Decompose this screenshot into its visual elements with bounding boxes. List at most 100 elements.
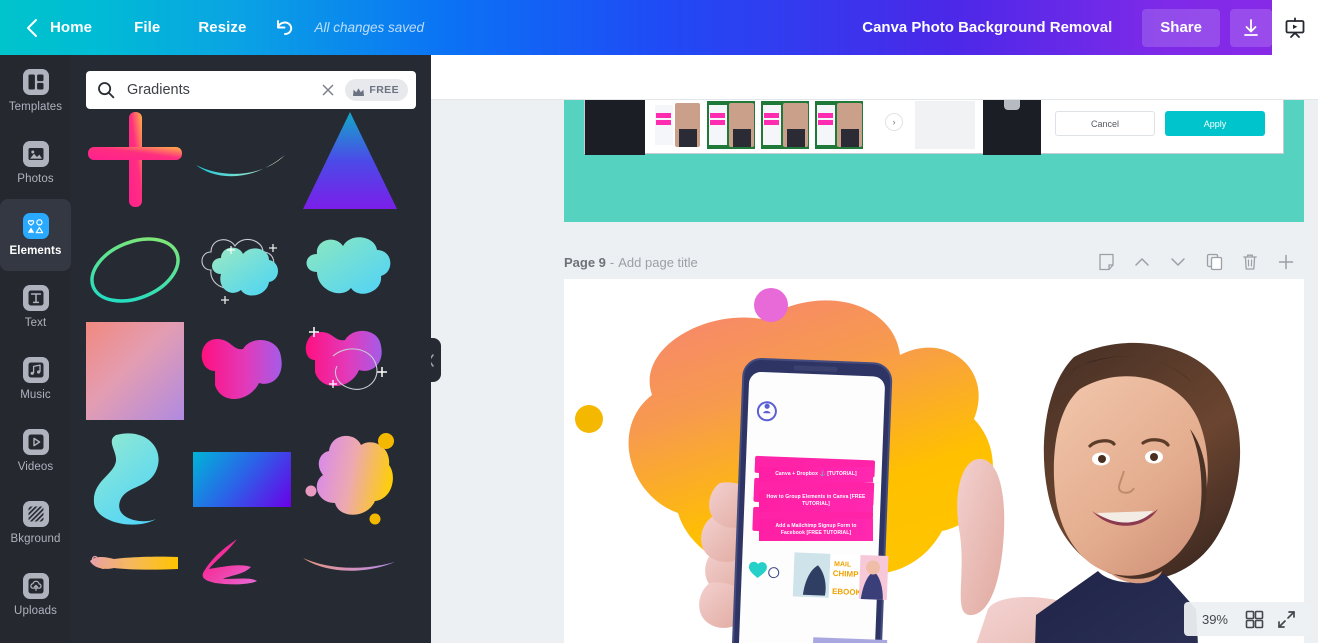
element-gradient-brush-swipe[interactable] xyxy=(193,147,291,187)
notes-icon[interactable] xyxy=(1088,248,1124,276)
prev-page-thumbnail-strip xyxy=(653,101,863,149)
undo-icon[interactable] xyxy=(268,0,302,55)
previous-page-content: Bkground xyxy=(584,100,1284,155)
elements-icon xyxy=(22,213,49,239)
prev-page-right-rail: Uploads xyxy=(983,100,1041,155)
search-input[interactable] xyxy=(127,82,318,98)
left-tool-rail: Templates Photos Elements Text Music Vid… xyxy=(0,55,71,643)
chevron-up-icon[interactable] xyxy=(1124,248,1160,276)
element-gradient-brush-squiggle[interactable] xyxy=(193,527,291,597)
sidebar-item-uploads[interactable]: Uploads xyxy=(0,559,71,631)
videos-icon xyxy=(22,429,49,455)
prev-page-action-buttons: Cancel Apply xyxy=(1055,111,1265,136)
sidebar-label-photos: Photos xyxy=(17,173,54,185)
element-gradient-cross[interactable] xyxy=(86,107,184,217)
uploads-icon xyxy=(22,573,49,599)
templates-icon xyxy=(22,69,49,95)
prev-rail-icon-2 xyxy=(1004,100,1020,110)
free-filter-label: FREE xyxy=(369,84,399,96)
chevron-left-icon[interactable] xyxy=(16,0,46,55)
prev-thumbnail[interactable] xyxy=(653,101,701,149)
download-icon[interactable] xyxy=(1230,8,1272,47)
element-gradient-teal-blob[interactable] xyxy=(86,427,184,527)
phone-button-2: How to Group Elements in Canva [FREE TUT… xyxy=(759,490,873,512)
text-icon xyxy=(22,285,49,311)
page-9-canvas[interactable]: MAIL CHIMP EBOOK ELEMENTS xyxy=(564,279,1304,643)
woman-portrait xyxy=(1035,342,1241,643)
elements-results-grid xyxy=(71,112,431,643)
chevron-right-icon[interactable]: › xyxy=(885,113,903,131)
element-gradient-outline-oval[interactable] xyxy=(86,222,184,317)
svg-text:EBOOK: EBOOK xyxy=(832,587,862,597)
resize-menu-button[interactable]: Resize xyxy=(186,0,268,55)
sidebar-label-text: Text xyxy=(24,317,47,329)
phone-button-3: Add a Mailchimp Signup Form to Facebook … xyxy=(759,519,873,541)
present-icon[interactable] xyxy=(1272,0,1318,55)
sidebar-label-elements: Elements xyxy=(9,245,62,257)
prev-page-blank-slot xyxy=(915,101,975,149)
search-box[interactable]: FREE xyxy=(86,71,416,109)
document-title-field[interactable]: Canva Photo Background Removal xyxy=(846,10,1128,46)
save-status-text: All changes saved xyxy=(314,20,425,35)
header-right-group: Canva Photo Background Removal Share xyxy=(846,0,1318,55)
sidebar-label-uploads: Uploads xyxy=(14,605,57,617)
svg-text:CHIMP: CHIMP xyxy=(833,569,860,579)
duplicate-icon[interactable] xyxy=(1196,248,1232,276)
element-gradient-pink-blob[interactable] xyxy=(193,327,291,415)
photos-icon xyxy=(22,141,49,167)
sidebar-item-music[interactable]: Music xyxy=(0,343,71,415)
grid-view-icon[interactable] xyxy=(1238,604,1270,634)
svg-text:MAIL: MAIL xyxy=(834,561,852,569)
element-gradient-brush-gold[interactable] xyxy=(86,537,184,587)
trash-icon[interactable] xyxy=(1232,248,1268,276)
sidebar-label-background: Bkground xyxy=(10,533,61,545)
sidebar-item-photos[interactable]: Photos xyxy=(0,127,71,199)
zoom-level-label[interactable]: 39% xyxy=(1192,612,1238,627)
sidebar-item-videos[interactable]: Videos xyxy=(0,415,71,487)
sidebar-item-templates[interactable]: Templates xyxy=(0,55,71,127)
element-gradient-rectangle[interactable] xyxy=(193,452,291,507)
elements-panel: FREE xyxy=(71,55,431,643)
crown-icon xyxy=(352,85,365,96)
sidebar-item-text[interactable]: Text xyxy=(0,271,71,343)
element-gradient-pink-blob-outline[interactable] xyxy=(301,322,399,420)
expand-icon[interactable] xyxy=(1270,604,1302,634)
page-header-row: Page 9 - Add page title xyxy=(564,247,1304,277)
element-gradient-cloud-blob[interactable] xyxy=(301,222,399,317)
page-title-input[interactable]: Add page title xyxy=(618,255,698,270)
element-gradient-sunset-blob[interactable] xyxy=(301,427,399,527)
header-left-group: Home File Resize All changes saved xyxy=(0,0,424,55)
prev-thumbnail[interactable] xyxy=(815,101,863,149)
sidebar-label-music: Music xyxy=(20,389,51,401)
sidebar-label-templates: Templates xyxy=(8,101,63,113)
top-header-bar: Home File Resize All changes saved Canva… xyxy=(0,0,1318,55)
accent-dot-yellow xyxy=(575,405,603,433)
prev-thumbnail[interactable] xyxy=(707,101,755,149)
element-gradient-brush-arc[interactable] xyxy=(301,542,399,587)
previous-page-thumb[interactable]: Bkground xyxy=(564,100,1304,222)
prev-apply-button[interactable]: Apply xyxy=(1165,111,1265,136)
share-button[interactable]: Share xyxy=(1142,8,1220,47)
canvas-artwork: MAIL CHIMP EBOOK ELEMENTS xyxy=(575,288,1241,643)
page-number-label: Page 9 xyxy=(564,254,606,270)
sidebar-item-elements[interactable]: Elements xyxy=(0,199,71,271)
sidebar-item-background[interactable]: Bkground xyxy=(0,487,71,559)
editor-canvas-area: Bkground xyxy=(431,55,1318,643)
prev-thumbnail[interactable] xyxy=(761,101,809,149)
element-gradient-cloud-outline[interactable] xyxy=(193,222,291,317)
home-menu-button[interactable]: Home xyxy=(46,0,122,55)
file-menu-button[interactable]: File xyxy=(122,0,186,55)
element-gradient-square[interactable] xyxy=(86,322,184,420)
element-gradient-triangle[interactable] xyxy=(301,109,399,214)
editor-scrollbar[interactable] xyxy=(1314,100,1318,643)
background-icon xyxy=(22,501,49,527)
free-filter-button[interactable]: FREE xyxy=(345,79,408,101)
plus-icon[interactable] xyxy=(1268,248,1304,276)
page-tools-group xyxy=(1088,248,1304,276)
prev-page-left-rail: Bkground xyxy=(585,100,645,155)
chevron-down-icon[interactable] xyxy=(1160,248,1196,276)
search-icon xyxy=(96,80,116,100)
close-icon[interactable] xyxy=(317,79,339,101)
prev-cancel-button[interactable]: Cancel xyxy=(1055,111,1155,136)
page-title-separator: - xyxy=(609,254,615,270)
